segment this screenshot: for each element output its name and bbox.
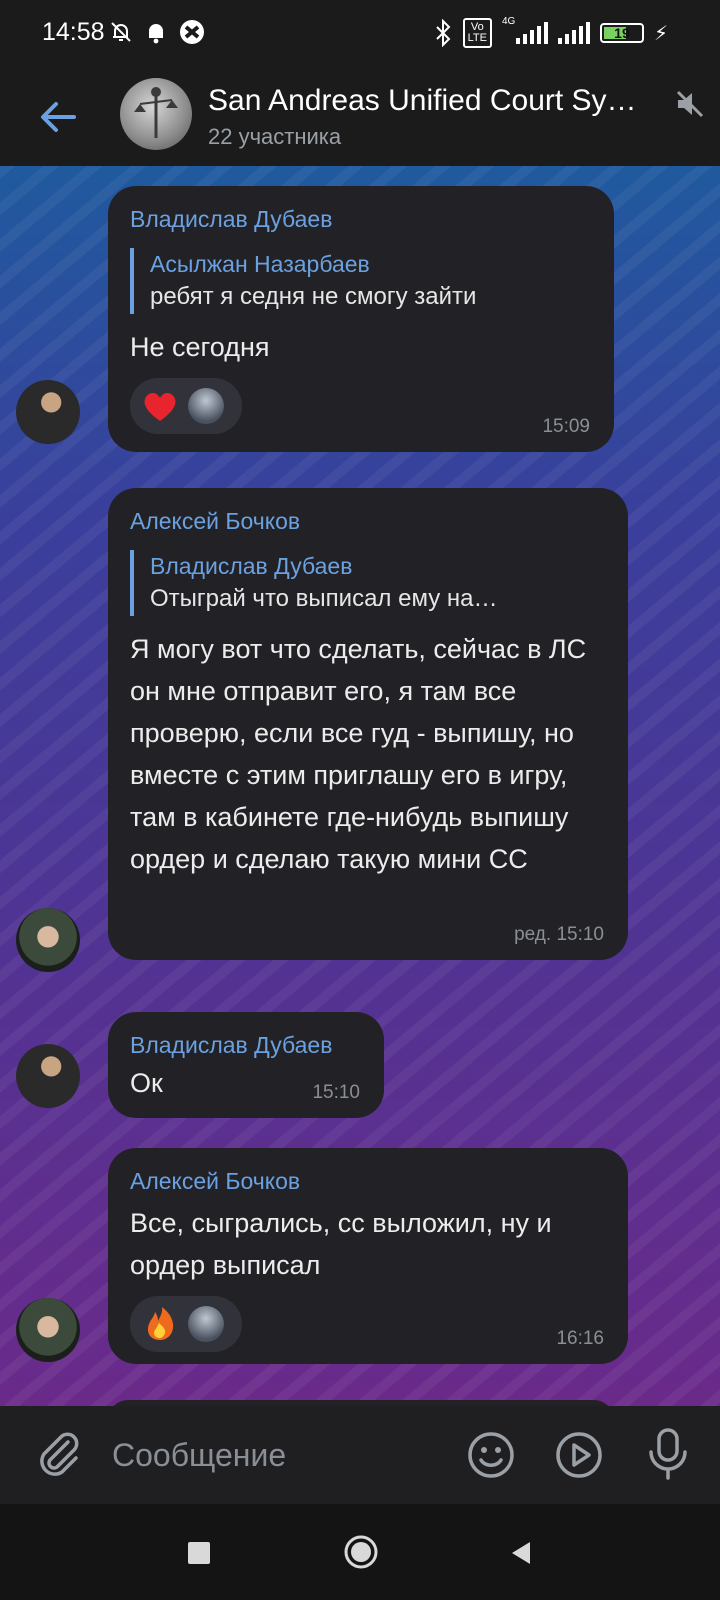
member-count: 22 участника bbox=[208, 124, 342, 149]
emoji-icon[interactable] bbox=[466, 1430, 516, 1480]
message-sender[interactable]: Алексей Бочков bbox=[130, 506, 606, 536]
reply-sender: Асылжан Назарбаев bbox=[150, 251, 370, 277]
do-not-disturb-icon bbox=[111, 22, 131, 42]
reply-text: ребят я седня не смогу зайти bbox=[150, 283, 477, 310]
reaction-chip[interactable] bbox=[130, 1296, 242, 1352]
battery-icon: 19 bbox=[599, 23, 644, 43]
message-text: Все, сыгрались, сс выложил, ну и ордер в… bbox=[130, 1208, 552, 1280]
network-type-label: 4G bbox=[501, 16, 516, 27]
message-time: ред. 15:10 bbox=[514, 924, 604, 945]
message-input-bar: Сообщение bbox=[0, 1406, 720, 1504]
notification-bell-icon bbox=[147, 24, 165, 44]
chat-title[interactable]: San Andreas Unified Court Sy… bbox=[208, 84, 648, 118]
signal-icon-2 bbox=[557, 22, 590, 44]
charging-icon: ⚡ bbox=[653, 22, 668, 45]
mute-icon[interactable] bbox=[674, 88, 706, 120]
back-button[interactable] bbox=[508, 1540, 534, 1566]
vpn-icon bbox=[180, 20, 204, 44]
sender-avatar[interactable] bbox=[16, 908, 80, 972]
status-time: 14:58 bbox=[42, 18, 105, 46]
volte-icon: Vo LTE bbox=[462, 18, 492, 48]
microphone-icon[interactable] bbox=[646, 1426, 690, 1482]
message-bubble[interactable]: Владислав Дубаев Ок 15:10 bbox=[108, 1012, 384, 1118]
heart-icon bbox=[144, 392, 176, 421]
reactor-avatar bbox=[188, 388, 224, 424]
message-time: 15:09 bbox=[542, 416, 590, 437]
sender-avatar[interactable] bbox=[16, 380, 80, 444]
attach-icon[interactable] bbox=[34, 1428, 82, 1480]
message-bubble[interactable]: Владислав Дубаев Асылжан Назарбаев ребят… bbox=[108, 186, 614, 452]
signal-icon: 4G bbox=[502, 16, 548, 44]
reactor-avatar bbox=[188, 1306, 224, 1342]
sender-avatar[interactable] bbox=[16, 1298, 80, 1362]
status-icons-right: Vo LTE 4G 19 ⚡ bbox=[433, 16, 668, 48]
fire-icon bbox=[147, 1307, 174, 1340]
battery-level: 19 bbox=[614, 25, 630, 41]
reply-sender: Владислав Дубаев bbox=[150, 553, 353, 579]
chat-header: San Andreas Unified Court Sy… 22 участни… bbox=[0, 70, 720, 166]
home-button[interactable] bbox=[343, 1534, 379, 1570]
recent-apps-button[interactable] bbox=[188, 1542, 210, 1564]
status-icons-left bbox=[108, 18, 206, 46]
message-time: 16:16 bbox=[556, 1328, 604, 1349]
message-time: 15:10 bbox=[312, 1082, 360, 1103]
message-text: Не сегодня bbox=[130, 332, 270, 362]
group-avatar[interactable] bbox=[120, 78, 192, 150]
bluetooth-icon bbox=[435, 19, 451, 47]
reply-quote[interactable]: Асылжан Назарбаев ребят я седня не смогу… bbox=[130, 248, 592, 314]
status-bar: 14:58 Vo LTE 4G 19 ⚡ bbox=[0, 0, 720, 70]
system-nav-bar bbox=[0, 1504, 720, 1600]
message-bubble[interactable]: Алексей Бочков Все, сыгрались, сс выложи… bbox=[108, 1148, 628, 1364]
gif-icon[interactable] bbox=[554, 1430, 604, 1480]
message-sender[interactable]: Владислав Дубаев bbox=[130, 204, 592, 234]
message-text: Я могу вот что сделать, сейчас в ЛС он м… bbox=[130, 634, 587, 874]
message-sender[interactable]: Владислав Дубаев bbox=[130, 1030, 362, 1060]
reply-text: Отыграй что выписал ему на… bbox=[150, 585, 498, 612]
message-sender[interactable]: Алексей Бочков bbox=[130, 1166, 606, 1196]
message-input[interactable]: Сообщение bbox=[112, 1428, 432, 1482]
justice-scale-icon bbox=[134, 87, 178, 138]
message-bubble[interactable]: Алексей Бочков Владислав Дубаев Отыграй … bbox=[108, 488, 628, 960]
back-arrow-icon[interactable] bbox=[34, 92, 84, 142]
reaction-chip[interactable] bbox=[130, 378, 242, 434]
sender-avatar[interactable] bbox=[16, 1044, 80, 1108]
chat-messages[interactable]: Владислав Дубаев Асылжан Назарбаев ребят… bbox=[0, 166, 720, 1406]
reply-quote[interactable]: Владислав Дубаев Отыграй что выписал ему… bbox=[130, 550, 606, 616]
